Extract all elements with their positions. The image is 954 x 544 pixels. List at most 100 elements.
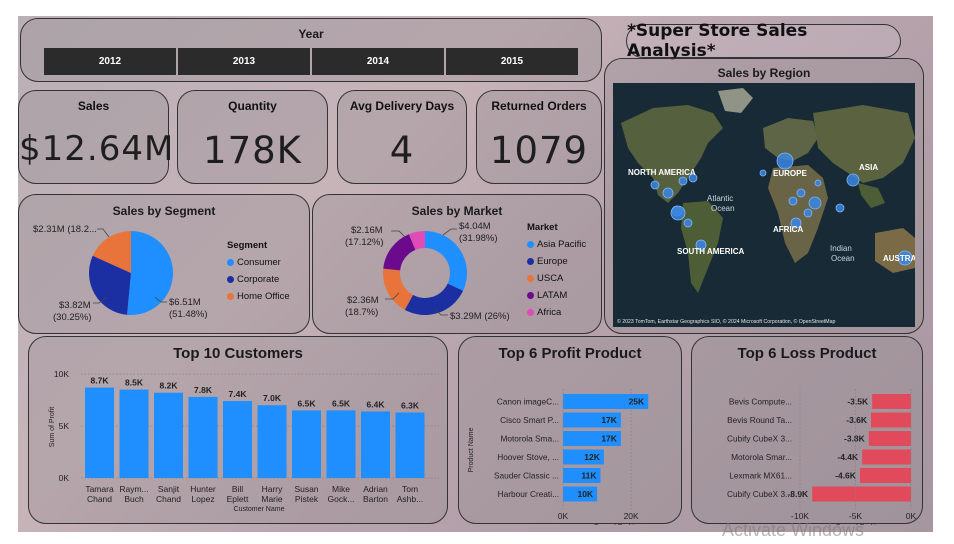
segment-label-corporate: $3.82M bbox=[59, 300, 91, 311]
market-legend-latam[interactable]: LATAM bbox=[527, 290, 586, 301]
loss-bar-chart[interactable]: Bevis Compute... -3.5K Bevis Round Ta... -3… bbox=[692, 337, 924, 525]
market-legend-usca[interactable]: USCA bbox=[527, 273, 586, 284]
donut-slice-latam bbox=[383, 234, 416, 271]
loss-bar bbox=[862, 449, 911, 465]
segment-label-consumer-pct: (51.48%) bbox=[169, 309, 208, 320]
kpi-quantity-label: Quantity bbox=[228, 99, 277, 113]
x-tick-label: Buch bbox=[124, 494, 144, 504]
bar-value-label: 8.5K bbox=[125, 378, 144, 388]
customer-bar bbox=[223, 401, 252, 478]
y-axis-title: Sum of Profit bbox=[49, 407, 56, 448]
legend-label: LATAM bbox=[537, 290, 568, 301]
market-label-usca: $2.36M bbox=[347, 295, 379, 306]
sales-by-market-card: Sales by Market $4.04M (31.98%) $3.29M (26… bbox=[312, 194, 602, 334]
bar-value-label: -8.9K bbox=[787, 489, 809, 499]
legend-dot-icon bbox=[527, 241, 534, 248]
market-label-asia-pacific-pct: (31.98%) bbox=[459, 233, 498, 244]
customer-bar bbox=[361, 411, 390, 478]
x-tick-label: 20K bbox=[624, 511, 639, 521]
customers-bar-chart[interactable]: 0K5K10KSum of Profit8.7KTamaraChand8.5KR… bbox=[29, 337, 449, 525]
product-label: Bevis Round Ta... bbox=[727, 415, 792, 425]
bar-value-label: -3.5K bbox=[847, 397, 869, 407]
product-label: Hoover Stove, ... bbox=[497, 452, 559, 462]
product-label: Bevis Compute... bbox=[729, 397, 792, 407]
y-tick-label: 10K bbox=[54, 369, 69, 379]
y-axis-title: Product Name bbox=[468, 428, 475, 473]
legend-dot-icon bbox=[527, 292, 534, 299]
customer-bar bbox=[154, 392, 183, 478]
sales-by-segment-card: Sales by Segment $6.51M (51.48%) $3.82M (30… bbox=[18, 194, 310, 334]
segment-legend-corporate[interactable]: Corporate bbox=[227, 274, 290, 285]
market-legend-title: Market bbox=[527, 222, 558, 233]
bar-value-label: 25K bbox=[629, 397, 645, 407]
year-button-2013[interactable]: 2013 bbox=[178, 48, 310, 75]
market-legend-europe[interactable]: Europe bbox=[527, 256, 586, 267]
kpi-returned-value: 1079 bbox=[489, 129, 589, 172]
x-tick-label: Chand bbox=[87, 494, 112, 504]
product-label: Lexmark MX61... bbox=[729, 471, 792, 481]
loss-bar bbox=[812, 486, 911, 502]
x-tick-label: Lopez bbox=[191, 494, 214, 504]
market-legend: Market Asia Pacific Europe USCA LATAM Af… bbox=[527, 222, 586, 318]
x-tick-label: Eplett bbox=[227, 494, 249, 504]
segment-legend-home-office[interactable]: Home Office bbox=[227, 291, 290, 302]
customer-bar bbox=[85, 387, 114, 478]
legend-dot-icon bbox=[227, 276, 234, 283]
product-label: Motorola Smar... bbox=[731, 452, 792, 462]
customer-bar bbox=[326, 410, 356, 478]
x-tick-label: Marie bbox=[261, 494, 283, 504]
bar-value-label: 10K bbox=[577, 489, 593, 499]
kpi-returned-card: Returned Orders 1079 bbox=[476, 90, 602, 184]
x-tick-label: Tamara bbox=[85, 484, 114, 494]
legend-dot-icon bbox=[527, 275, 534, 282]
loss-bar bbox=[868, 431, 911, 446]
bar-value-label: -4.6K bbox=[835, 471, 857, 481]
x-axis-title: Sum of Profit bbox=[594, 524, 635, 525]
market-legend-africa[interactable]: Africa bbox=[527, 307, 586, 318]
leader-line bbox=[97, 228, 110, 238]
legend-label: Home Office bbox=[237, 291, 290, 302]
segment-legend: Segment Consumer Corporate Home Office bbox=[227, 240, 290, 302]
bar-value-label: 12K bbox=[584, 452, 600, 462]
bar-value-label: 11K bbox=[581, 471, 597, 481]
year-button-2014[interactable]: 2014 bbox=[312, 48, 444, 75]
x-tick-label: Sanjit bbox=[158, 484, 180, 494]
year-button-2015[interactable]: 2015 bbox=[446, 48, 578, 75]
legend-dot-icon bbox=[227, 293, 234, 300]
bar-value-label: 6.4K bbox=[367, 399, 386, 409]
kpi-quantity-value: 178K bbox=[203, 129, 302, 172]
x-tick-label: 0K bbox=[906, 511, 917, 521]
world-map-svg: NORTH AMERICA EUROPE ASIA AFRICA SOUTH A… bbox=[613, 83, 915, 327]
map-label-asia: ASIA bbox=[859, 163, 878, 172]
sales-by-region-map[interactable]: NORTH AMERICA EUROPE ASIA AFRICA SOUTH A… bbox=[613, 83, 915, 327]
loss-bar bbox=[859, 468, 911, 483]
x-tick-label: Pistek bbox=[295, 494, 319, 504]
map-label-indian: Indian bbox=[830, 244, 852, 253]
bar-value-label: 7.0K bbox=[263, 393, 282, 403]
kpi-returned-label: Returned Orders bbox=[491, 99, 587, 113]
kpi-sales-label: Sales bbox=[77, 99, 110, 113]
kpi-delivery-label: Avg Delivery Days bbox=[349, 99, 455, 113]
year-button-2012[interactable]: 2012 bbox=[44, 48, 176, 75]
bar-value-label: 17K bbox=[601, 434, 617, 444]
dashboard-canvas: Year 2012 2013 2014 2015 *Super Store Sa… bbox=[18, 16, 933, 532]
market-label-europe: $3.29M (26%) bbox=[450, 311, 510, 322]
legend-dot-icon bbox=[227, 259, 234, 266]
profit-bar-chart[interactable]: Canon imageC... 25K Cisco Smart P... 17K Mot… bbox=[459, 337, 683, 525]
segment-legend-consumer[interactable]: Consumer bbox=[227, 257, 290, 268]
market-label-latam: $2.16M bbox=[351, 225, 383, 236]
customer-bar bbox=[257, 405, 287, 478]
segment-legend-title: Segment bbox=[227, 240, 268, 251]
map-label-south-america: SOUTH AMERICA bbox=[677, 247, 744, 256]
segment-label-home-office: $2.31M (18.2... bbox=[33, 224, 97, 235]
product-label: Harbour Creati... bbox=[498, 489, 559, 499]
product-label: Cisco Smart P... bbox=[500, 415, 559, 425]
market-legend-asia-pacific[interactable]: Asia Pacific bbox=[527, 239, 586, 250]
legend-dot-icon bbox=[527, 258, 534, 265]
x-tick-label: Adrian bbox=[363, 484, 388, 494]
x-tick-label: Mike bbox=[332, 484, 350, 494]
legend-label: USCA bbox=[537, 273, 564, 284]
y-tick-label: 5K bbox=[59, 421, 70, 431]
map-label-europe: EUROPE bbox=[773, 169, 807, 178]
market-label-usca-pct: (18.7%) bbox=[345, 307, 378, 318]
